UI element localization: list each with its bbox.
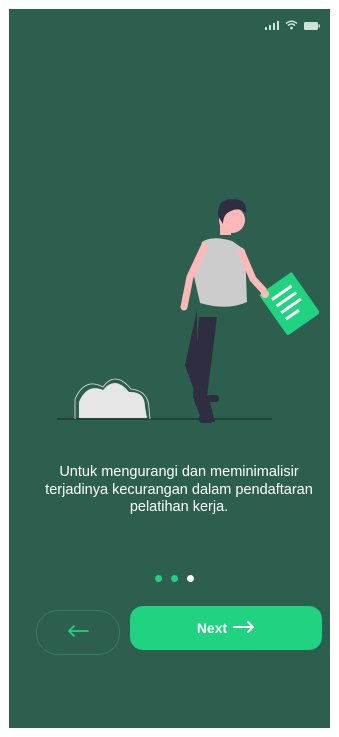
onboarding-illustration <box>57 187 320 435</box>
arrow-left-icon <box>67 624 89 642</box>
status-bar <box>265 17 320 35</box>
battery-icon <box>304 17 320 35</box>
back-button[interactable] <box>36 610 120 655</box>
next-button-label: Next <box>196 620 228 636</box>
next-button[interactable]: Next <box>130 606 322 650</box>
arrow-right-icon <box>233 620 255 636</box>
page-dot-active[interactable] <box>187 575 194 582</box>
page-indicator <box>9 575 330 582</box>
page-dot[interactable] <box>155 575 162 582</box>
onboarding-caption: Untuk mengurangi dan meminimalisir terja… <box>45 464 313 515</box>
wifi-icon <box>285 17 298 35</box>
page-dot[interactable] <box>171 575 178 582</box>
onboarding-screen: Untuk mengurangi dan meminimalisir terja… <box>9 9 330 728</box>
signal-icon <box>265 17 279 35</box>
